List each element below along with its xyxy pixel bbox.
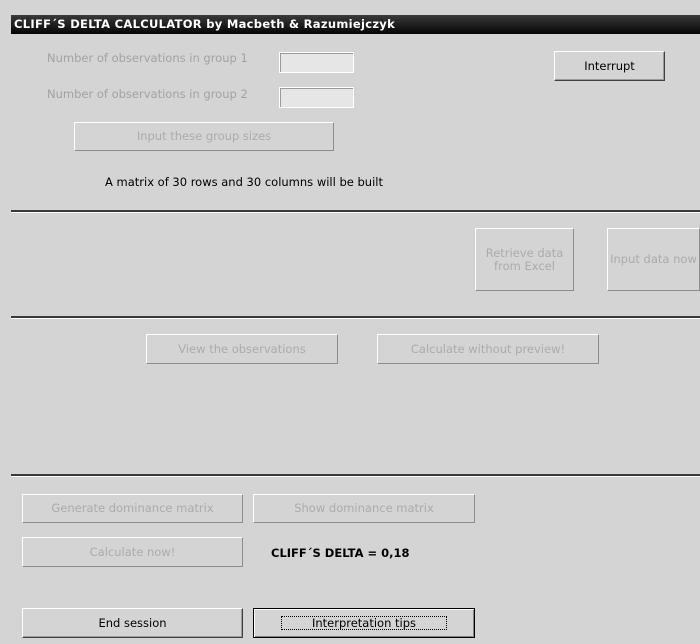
view-observations-button[interactable]: View the observations — [146, 334, 338, 364]
window-title: CLIFF´S DELTA CALCULATOR by Macbeth & Ra… — [11, 15, 700, 34]
end-session-button[interactable]: End session — [22, 608, 243, 638]
interrupt-button[interactable]: Interrupt — [554, 51, 665, 81]
group1-input[interactable] — [279, 52, 354, 73]
calculator-form: Number of observations in group 1 Number… — [11, 34, 700, 644]
calculate-now-button[interactable]: Calculate now! — [22, 537, 243, 567]
section-divider — [11, 210, 700, 213]
generate-dominance-matrix-button[interactable]: Generate dominance matrix — [22, 494, 243, 523]
input-group-sizes-button[interactable]: Input these group sizes — [74, 122, 334, 151]
cliffs-delta-result: CLIFF´S DELTA = 0,18 — [271, 546, 410, 560]
group2-input[interactable] — [279, 87, 354, 108]
show-dominance-matrix-button[interactable]: Show dominance matrix — [253, 494, 475, 523]
section-divider — [11, 474, 700, 477]
matrix-size-message: A matrix of 30 rows and 30 columns will … — [105, 175, 383, 189]
section-divider — [11, 316, 700, 319]
calculate-without-preview-button[interactable]: Calculate without preview! — [377, 334, 599, 364]
retrieve-from-excel-button[interactable]: Retrieve data from Excel — [475, 228, 574, 291]
input-data-now-button[interactable]: Input data now — [607, 228, 700, 291]
group2-label: Number of observations in group 2 — [47, 87, 248, 101]
interpretation-tips-label: Interpretation tips — [280, 616, 448, 630]
group1-label: Number of observations in group 1 — [47, 51, 248, 65]
interpretation-tips-button[interactable]: Interpretation tips — [253, 608, 475, 638]
